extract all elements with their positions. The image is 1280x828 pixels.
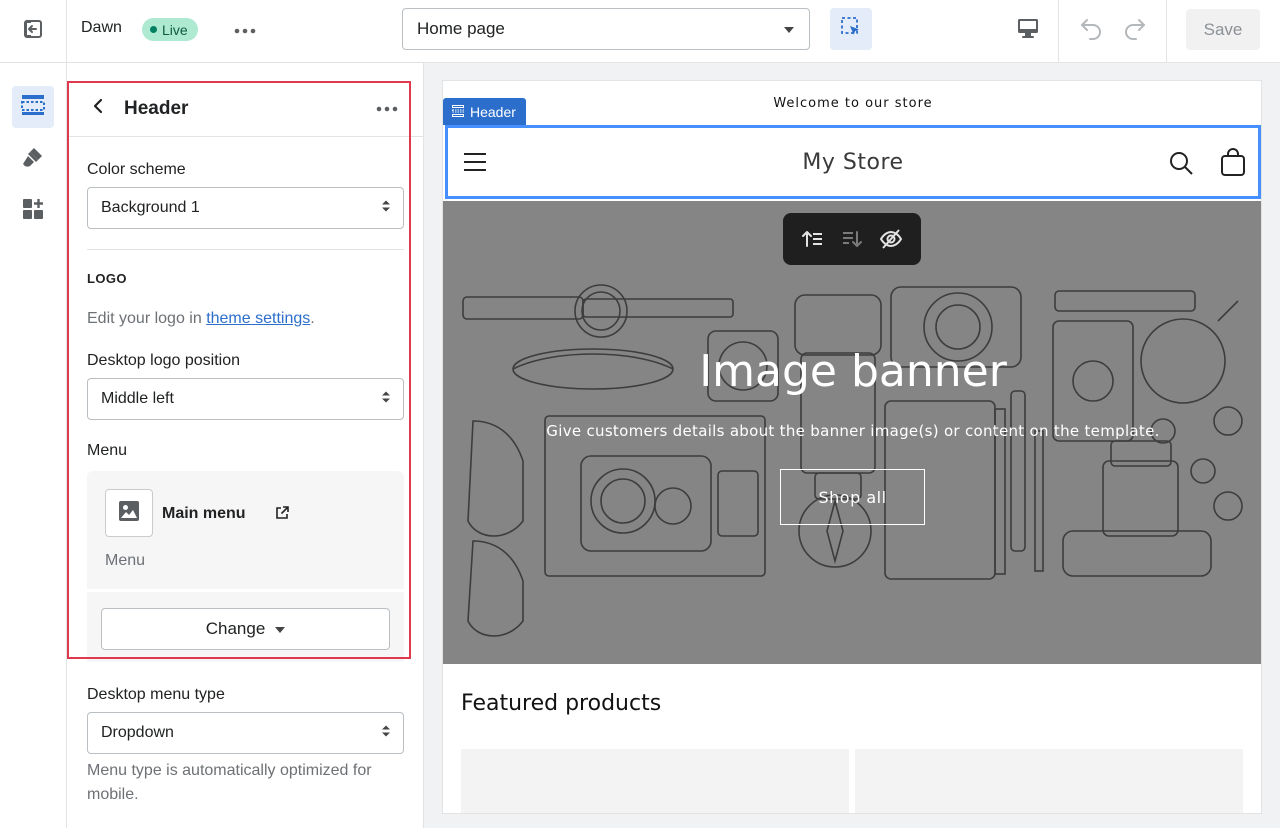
exit-icon (22, 18, 44, 45)
live-dot-icon (150, 26, 157, 33)
desktop-icon (1016, 17, 1040, 44)
select-cursor-icon (839, 15, 863, 44)
section-actions-button[interactable] (372, 95, 402, 121)
menu-picker-card: Main menu Menu (87, 471, 404, 589)
apps-icon (21, 197, 45, 226)
menu-name[interactable]: Main menu (162, 505, 246, 523)
menu-type-label: Desktop menu type (87, 686, 225, 703)
menu-label: Menu (87, 442, 128, 459)
toolbar-divider (1058, 0, 1059, 63)
desktop-view-button[interactable] (1010, 14, 1046, 46)
logo-position-value: Middle left (101, 390, 174, 407)
move-down-icon[interactable] (838, 225, 866, 253)
hide-icon[interactable] (877, 225, 905, 253)
select-arrows-icon (381, 724, 391, 743)
logo-help-suffix: . (310, 310, 315, 327)
sections-tab[interactable] (12, 86, 54, 128)
inspector-toggle-button[interactable] (830, 8, 872, 50)
store-name[interactable]: My Store (448, 150, 1258, 175)
brush-icon (21, 145, 45, 174)
cart-icon[interactable] (1218, 148, 1248, 178)
theme-actions-button[interactable] (230, 19, 260, 41)
panel-header: Header (67, 81, 423, 137)
page-selector[interactable]: Home page (402, 8, 810, 50)
image-icon (118, 500, 140, 527)
more-horizontal-icon (376, 99, 398, 117)
section-handle-icon (452, 104, 464, 120)
page-selector-value: Home page (417, 19, 505, 38)
theme-settings-link[interactable]: theme settings (206, 310, 310, 327)
color-scheme-select[interactable]: Background 1 (87, 187, 404, 229)
panel-title: Header (124, 98, 189, 119)
redo-button[interactable] (1117, 14, 1151, 46)
caret-down-icon (783, 19, 795, 39)
header-section-tag[interactable]: Header (443, 98, 526, 125)
menu-type-help: Menu type is automatically optimized for… (87, 762, 372, 803)
undo-icon (1079, 16, 1105, 45)
save-button[interactable]: Save (1186, 9, 1260, 50)
settings-panel: Header Color scheme Background 1 LOGO Ed… (67, 63, 424, 828)
change-menu-button[interactable]: Change (101, 608, 390, 650)
editor-rail (0, 63, 67, 828)
chevron-left-icon (92, 98, 104, 119)
logo-section-heading: LOGO (87, 271, 127, 286)
change-label: Change (205, 619, 266, 638)
top-bar: Dawn Live Home page Save (0, 0, 1280, 63)
banner-subtitle[interactable]: Give customers details about the banner … (443, 422, 1261, 440)
theme-name: Dawn (81, 19, 122, 36)
logo-position-select[interactable]: Middle left (87, 378, 404, 420)
product-card[interactable] (461, 749, 849, 813)
sections-icon (21, 94, 45, 121)
live-label: Live (162, 21, 188, 38)
exit-button[interactable] (0, 0, 67, 63)
section-divider (87, 249, 404, 250)
color-scheme-label: Color scheme (87, 161, 186, 178)
more-horizontal-icon (234, 21, 256, 39)
live-status-badge: Live (142, 18, 198, 41)
shop-all-button[interactable]: Shop all (780, 469, 925, 525)
menu-type-value: Dropdown (101, 724, 174, 741)
select-arrows-icon (381, 199, 391, 218)
announcement-bar: Welcome to our store (773, 95, 933, 111)
external-link-icon[interactable] (275, 504, 291, 522)
undo-button[interactable] (1075, 14, 1109, 46)
apps-tab[interactable] (12, 190, 54, 232)
store-preview: Welcome to our store Header My Store Ima… (442, 80, 1262, 814)
menu-type-select[interactable]: Dropdown (87, 712, 404, 754)
redo-icon (1121, 16, 1147, 45)
logo-position-label: Desktop logo position (87, 352, 240, 369)
select-arrows-icon (381, 390, 391, 409)
logo-help-prefix: Edit your logo in (87, 310, 207, 327)
caret-down-icon (275, 619, 286, 639)
store-header[interactable]: My Store (445, 125, 1261, 199)
toolbar-divider (1166, 0, 1167, 63)
menu-type-caption: Menu (105, 552, 146, 569)
theme-settings-tab[interactable] (12, 138, 54, 180)
search-icon[interactable] (1166, 148, 1196, 178)
menu-thumbnail (105, 489, 153, 537)
move-up-icon[interactable] (799, 225, 827, 253)
header-tag-label: Header (470, 103, 516, 120)
product-card[interactable] (855, 749, 1243, 813)
back-button[interactable] (85, 95, 111, 121)
featured-products-heading[interactable]: Featured products (461, 691, 661, 716)
logo-help-text: Edit your logo in theme settings. (87, 307, 315, 331)
color-scheme-value: Background 1 (101, 199, 200, 216)
change-menu-wrapper: Change (87, 592, 404, 662)
image-banner[interactable]: Image banner Give customers details abou… (443, 201, 1261, 664)
banner-title[interactable]: Image banner (443, 346, 1261, 397)
section-toolbar (783, 213, 921, 265)
